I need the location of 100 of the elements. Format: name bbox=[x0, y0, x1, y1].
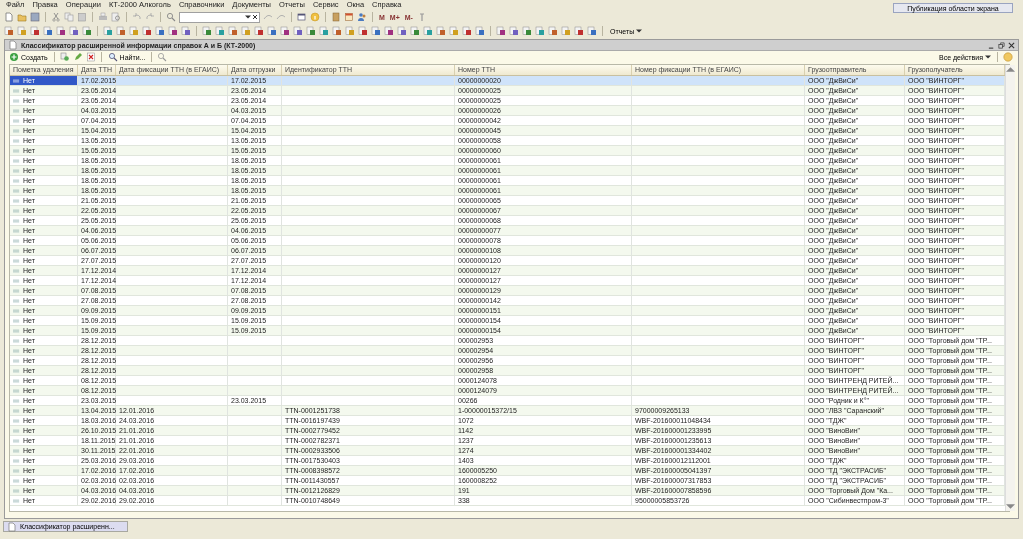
close-icon[interactable] bbox=[1008, 41, 1015, 49]
document-icon[interactable] bbox=[181, 26, 191, 36]
document-icon[interactable] bbox=[436, 26, 446, 36]
deletion-mark-icon bbox=[13, 378, 20, 383]
deletion-mark-icon bbox=[13, 358, 20, 363]
deletion-mark-icon bbox=[13, 488, 20, 493]
preview-icon[interactable] bbox=[111, 12, 121, 22]
deletion-mark-icon bbox=[13, 178, 20, 183]
document-icon[interactable] bbox=[293, 26, 303, 36]
document-icon[interactable] bbox=[496, 26, 506, 36]
cut-icon[interactable] bbox=[51, 12, 61, 22]
deletion-mark-icon bbox=[13, 78, 20, 83]
deletion-mark-icon bbox=[13, 128, 20, 133]
search-icon[interactable] bbox=[157, 52, 168, 62]
deletion-mark-icon bbox=[13, 388, 20, 393]
document-icon[interactable] bbox=[522, 26, 532, 36]
window-icon[interactable] bbox=[297, 12, 307, 22]
document-icon[interactable] bbox=[202, 26, 212, 36]
deletion-mark-icon bbox=[13, 248, 20, 253]
document-icon[interactable] bbox=[103, 26, 113, 36]
document-icon[interactable] bbox=[280, 26, 290, 36]
document-icon[interactable] bbox=[43, 26, 53, 36]
search-field[interactable] bbox=[179, 11, 260, 23]
deletion-mark-icon bbox=[13, 198, 20, 203]
deletion-mark-icon bbox=[13, 348, 20, 353]
deletion-mark-icon bbox=[13, 468, 20, 473]
deletion-mark-icon bbox=[13, 338, 20, 343]
deletion-mark-icon bbox=[13, 238, 20, 243]
document-icon[interactable] bbox=[548, 26, 558, 36]
document-icon[interactable] bbox=[4, 26, 14, 36]
people-icon[interactable] bbox=[357, 12, 367, 22]
copy-icon[interactable] bbox=[59, 52, 70, 62]
document-icon[interactable] bbox=[574, 26, 584, 36]
document-icon[interactable] bbox=[254, 26, 264, 36]
caret-icon[interactable] bbox=[636, 28, 643, 34]
deletion-mark-icon bbox=[13, 498, 20, 503]
dropdown-arrow-icon[interactable] bbox=[245, 14, 251, 20]
document-icon bbox=[8, 40, 18, 50]
folder-icon[interactable] bbox=[17, 12, 27, 22]
document-icon[interactable] bbox=[397, 26, 407, 36]
deletion-mark-icon bbox=[13, 88, 20, 93]
document-icon[interactable] bbox=[168, 26, 178, 36]
restore-icon[interactable] bbox=[998, 41, 1005, 49]
document-icon[interactable] bbox=[371, 26, 381, 36]
deletion-mark-icon bbox=[13, 318, 20, 323]
clear-icon[interactable] bbox=[252, 14, 258, 20]
document-icon[interactable] bbox=[332, 26, 342, 36]
document-icon[interactable] bbox=[155, 26, 165, 36]
save-icon[interactable] bbox=[30, 12, 40, 22]
document-icon[interactable] bbox=[56, 26, 66, 36]
scrollbar[interactable] bbox=[1005, 65, 1015, 511]
deletion-mark-icon bbox=[13, 288, 20, 293]
deletion-mark-icon bbox=[13, 158, 20, 163]
document-icon[interactable] bbox=[535, 26, 545, 36]
document-icon[interactable] bbox=[267, 26, 277, 36]
search-icon bbox=[107, 52, 118, 62]
deletion-mark-icon bbox=[13, 118, 20, 123]
document-icon[interactable] bbox=[228, 26, 238, 36]
document-icon[interactable] bbox=[587, 26, 597, 36]
document-icon[interactable] bbox=[215, 26, 225, 36]
plus-icon bbox=[9, 52, 19, 62]
deletion-mark-icon bbox=[13, 418, 20, 423]
document-icon[interactable] bbox=[410, 26, 420, 36]
deletion-mark-icon bbox=[13, 308, 20, 313]
document-icon[interactable] bbox=[30, 26, 40, 36]
scroll-up-arrow-icon[interactable] bbox=[1006, 65, 1015, 74]
deletion-mark-icon bbox=[13, 328, 20, 333]
caret-icon[interactable] bbox=[985, 54, 991, 60]
document-icon[interactable] bbox=[423, 26, 433, 36]
deletion-mark-icon bbox=[13, 398, 20, 403]
deletion-mark-icon bbox=[13, 108, 20, 113]
document-icon[interactable] bbox=[319, 26, 329, 36]
deletion-mark-icon bbox=[13, 208, 20, 213]
document-icon[interactable] bbox=[82, 26, 92, 36]
deletion-mark-icon bbox=[13, 268, 20, 273]
deletion-mark-icon bbox=[13, 278, 20, 283]
document-icon[interactable] bbox=[142, 26, 152, 36]
deletion-mark-icon bbox=[13, 368, 20, 373]
delete-icon[interactable] bbox=[85, 52, 96, 62]
deletion-mark-icon bbox=[13, 168, 20, 173]
deletion-mark-icon bbox=[13, 448, 20, 453]
scroll-down-arrow-icon[interactable] bbox=[1006, 502, 1015, 511]
new-document-icon[interactable] bbox=[4, 12, 14, 22]
deletion-mark-icon bbox=[13, 218, 20, 223]
deletion-mark-icon bbox=[13, 258, 20, 263]
deletion-mark-icon bbox=[13, 298, 20, 303]
document-icon[interactable] bbox=[509, 26, 519, 36]
document-icon[interactable] bbox=[462, 26, 472, 36]
deletion-mark-icon bbox=[13, 408, 20, 413]
deletion-mark-icon bbox=[13, 428, 20, 433]
document-icon[interactable] bbox=[69, 26, 79, 36]
document-icon[interactable] bbox=[475, 26, 485, 36]
document-icon[interactable] bbox=[358, 26, 368, 36]
calendar-icon[interactable] bbox=[344, 12, 354, 22]
document-icon bbox=[7, 521, 17, 532]
document-icon[interactable] bbox=[384, 26, 394, 36]
document-icon[interactable] bbox=[306, 26, 316, 36]
search-icon[interactable] bbox=[166, 12, 176, 22]
deletion-mark-icon bbox=[13, 228, 20, 233]
document-icon[interactable] bbox=[116, 26, 126, 36]
